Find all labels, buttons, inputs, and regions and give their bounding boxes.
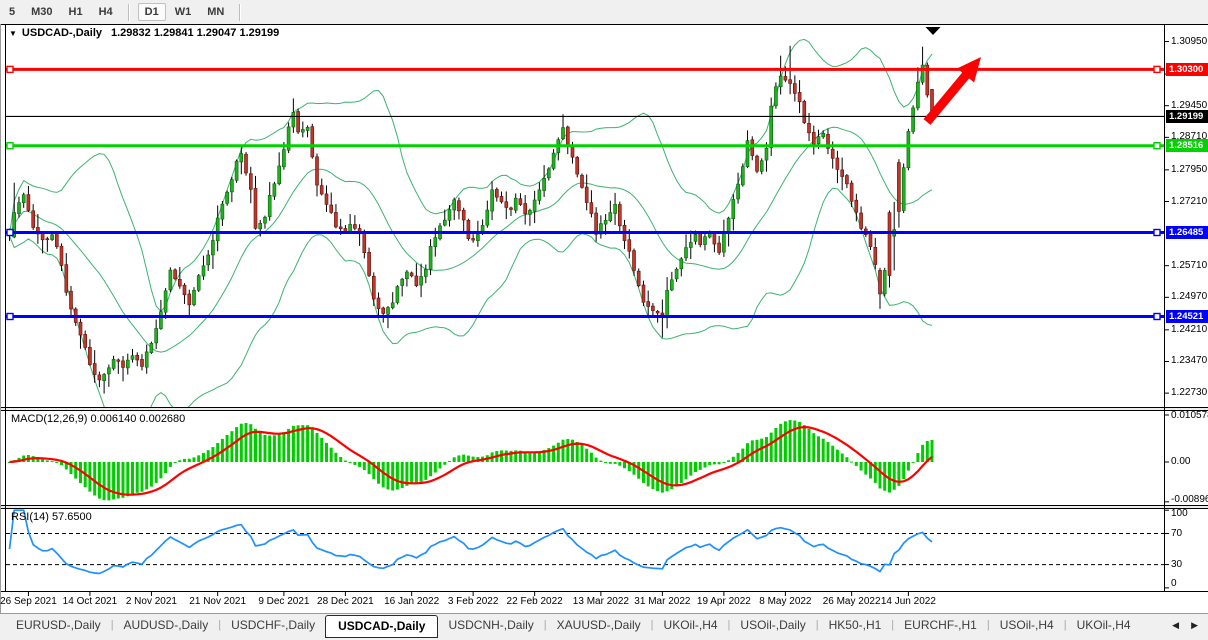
macd-axis-value: -0.00896: [1171, 494, 1208, 505]
toolbar-separator: [239, 4, 241, 21]
rsi-line: [10, 510, 933, 573]
date-axis-value: 13 Mar 2022: [573, 596, 629, 607]
timeframe-button-mn[interactable]: MN: [200, 3, 231, 21]
price-level-badge: 1.28516: [1166, 139, 1208, 152]
line-handle[interactable]: [1154, 230, 1160, 236]
chart-canvas[interactable]: [0, 0, 1208, 640]
bollinger-bands: [10, 39, 933, 427]
line-handle[interactable]: [7, 230, 13, 236]
symbol-tab-audusd-daily[interactable]: AUDUSD-,Daily: [114, 615, 219, 636]
macd-axis-value: 0.00: [1171, 456, 1190, 467]
timeframe-button-5[interactable]: 5: [2, 3, 22, 21]
chart-title: ▼ USDCAD-,Daily 1.29832 1.29841 1.29047 …: [9, 27, 279, 39]
date-axis-value: 22 Feb 2022: [507, 596, 563, 607]
price-axis-value: 1.30950: [1171, 36, 1207, 47]
timeframe-button-h4[interactable]: H4: [92, 3, 120, 21]
rsi-axis-value: 30: [1171, 559, 1182, 570]
date-axis-value: 26 Sep 2021: [0, 596, 57, 607]
price-level-badge: 1.29199: [1166, 110, 1208, 123]
symbol-tab-usoil-h4[interactable]: USOil-,H4: [990, 615, 1064, 636]
price-level-badge: 1.30300: [1166, 63, 1208, 76]
line-handle[interactable]: [7, 66, 13, 72]
tabs-scroll-right-icon[interactable]: ▶: [1191, 620, 1198, 630]
rsi-indicator-label: RSI(14) 57.6500: [11, 511, 92, 523]
price-axis-value: 1.27210: [1171, 196, 1207, 207]
chart-shift-marker[interactable]: [926, 27, 941, 35]
symbol-tab-ukoil-h4[interactable]: UKOil-,H4: [654, 615, 728, 636]
macd-signal-line: [10, 427, 933, 495]
date-axis-value: 8 May 2022: [759, 596, 811, 607]
macd-histogram: [8, 420, 934, 500]
symbol-tab-eurusd-daily[interactable]: EURUSD-,Daily: [6, 615, 111, 636]
price-axis-value: 1.24970: [1171, 291, 1207, 302]
date-axis-value: 28 Dec 2021: [317, 596, 374, 607]
date-axis-value: 31 Mar 2022: [634, 596, 690, 607]
rsi-axis-value: 70: [1171, 528, 1182, 539]
candlesticks-layer: [8, 46, 934, 394]
symbol-period-label: USDCAD-,Daily: [22, 27, 102, 39]
symbol-tab-usoil-daily[interactable]: USOil-,Daily: [730, 615, 815, 636]
rsi-axis-value: 100: [1171, 508, 1188, 519]
trend-arrow-annotation[interactable]: [927, 57, 981, 122]
tabs-scroll-left-icon[interactable]: ◀: [1172, 620, 1179, 630]
symbol-tab-xauusd-daily[interactable]: XAUUSD-,Daily: [547, 615, 651, 636]
date-axis-value: 9 Dec 2021: [258, 596, 309, 607]
price-level-badge: 1.26485: [1166, 226, 1208, 239]
price-axis-value: 1.25710: [1171, 260, 1207, 271]
date-axis-value: 21 Nov 2021: [189, 596, 246, 607]
timeframe-button-d1[interactable]: D1: [138, 3, 166, 21]
symbol-tab-ukoil-h4[interactable]: UKOil-,H4: [1067, 615, 1141, 636]
timeframe-button-w1[interactable]: W1: [168, 3, 199, 21]
line-handle[interactable]: [1154, 143, 1160, 149]
line-handle[interactable]: [1154, 314, 1160, 320]
date-axis-value: 26 May 2022: [823, 596, 881, 607]
symbol-tab-eurchf-h1[interactable]: EURCHF-,H1: [894, 615, 987, 636]
date-axis-value: 14 Jun 2022: [881, 596, 936, 607]
macd-axis-value: 0.010578: [1171, 410, 1208, 421]
date-axis-value: 16 Jan 2022: [384, 596, 439, 607]
macd-indicator-label: MACD(12,26,9) 0.006140 0.002680: [11, 413, 185, 425]
line-handle[interactable]: [1154, 66, 1160, 72]
date-axis-value: 19 Apr 2022: [697, 596, 751, 607]
ohlc-quote-values: 1.29832 1.29841 1.29047 1.29199: [111, 27, 279, 39]
price-axis-value: 1.22730: [1171, 387, 1207, 398]
timeframe-button-h1[interactable]: H1: [62, 3, 90, 21]
date-axis-value: 14 Oct 2021: [63, 596, 117, 607]
line-handle[interactable]: [7, 143, 13, 149]
price-axis-value: 1.27950: [1171, 164, 1207, 175]
timeframe-toolbar: 5M30H1H4 D1W1MN: [0, 0, 1208, 24]
symbol-tab-usdcad-daily[interactable]: USDCAD-,Daily: [325, 615, 438, 638]
rsi-axis-value: 0: [1171, 578, 1177, 589]
symbol-tab-usdchf-daily[interactable]: USDCHF-,Daily: [221, 615, 325, 636]
price-axis-value: 1.24210: [1171, 324, 1207, 335]
support-resistance-lines: [6, 66, 1164, 319]
price-axis-value: 1.23470: [1171, 355, 1207, 366]
symbol-tab-usdcnh-daily[interactable]: USDCNH-,Daily: [438, 615, 543, 636]
date-axis-value: 2 Nov 2021: [126, 596, 177, 607]
date-axis-value: 3 Feb 2022: [448, 596, 499, 607]
symbol-tab-hk50-h1[interactable]: HK50-,H1: [819, 615, 892, 636]
toolbar-separator: [128, 4, 130, 21]
timeframe-button-m30[interactable]: M30: [24, 3, 59, 21]
price-level-badge: 1.24521: [1166, 310, 1208, 323]
symbol-tab-bar: EURUSD-,Daily|AUDUSD-,Daily|USDCHF-,Dail…: [0, 613, 1208, 640]
chart-collapse-icon[interactable]: ▼: [9, 29, 17, 38]
line-handle[interactable]: [7, 314, 13, 320]
mt4-chart-window: 5M30H1H4 D1W1MN ▼ USDCAD-,Daily 1.29832 1…: [0, 0, 1208, 640]
